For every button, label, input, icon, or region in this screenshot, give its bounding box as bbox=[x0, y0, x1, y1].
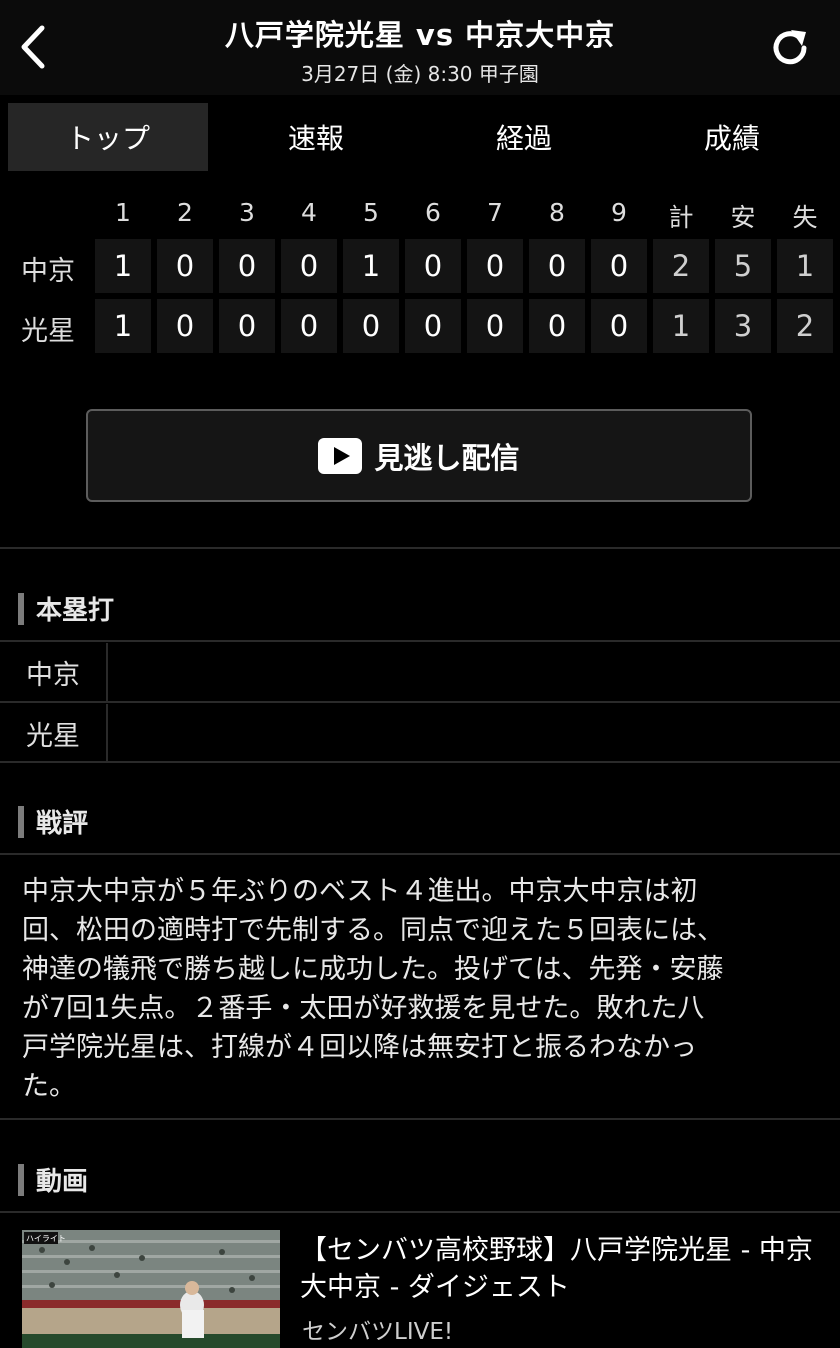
home-runs-heading-label: 本塁打 bbox=[36, 596, 115, 626]
tab-stats[interactable]: 成績 bbox=[632, 103, 832, 171]
score-cell: 2 bbox=[653, 239, 709, 293]
score-cell: 0 bbox=[591, 299, 647, 353]
score-cell: 0 bbox=[529, 299, 585, 353]
tab-top[interactable]: トップ bbox=[8, 103, 208, 171]
video-title-line: 【センバツ高校野球】八戸学院光星 - 中京 bbox=[300, 1235, 813, 1266]
review-line: 神達の犠飛で勝ち越しに成功した。投げては、先発・安藤 bbox=[22, 954, 724, 985]
inning-header: 4 bbox=[301, 198, 317, 227]
replay-stream-button[interactable]: 見逃し配信 bbox=[86, 409, 752, 502]
inning-header: 5 bbox=[363, 198, 379, 227]
score-cell: 1 bbox=[653, 299, 709, 353]
score-cell: 1 bbox=[95, 299, 151, 353]
score-cell: 1 bbox=[95, 239, 151, 293]
tab-bar: トップ 速報 経過 成績 bbox=[0, 95, 840, 180]
team-name: 中京 bbox=[21, 256, 75, 287]
video-badge: ハイライト bbox=[26, 1234, 66, 1243]
score-cell: 0 bbox=[219, 299, 275, 353]
review-heading: 戦評 bbox=[18, 803, 88, 840]
score-cell: 0 bbox=[219, 239, 275, 293]
video-thumbnail[interactable]: ハイライト bbox=[22, 1230, 280, 1348]
divider bbox=[0, 547, 840, 549]
divider bbox=[0, 761, 840, 763]
inning-header: 計 bbox=[668, 203, 694, 232]
home-runs-heading: 本塁打 bbox=[18, 590, 114, 627]
score-cell: 0 bbox=[467, 239, 523, 293]
videos-heading: 動画 bbox=[18, 1161, 88, 1198]
review-line: 戸学院光星は、打線が４回以降は無安打と振るわなかっ bbox=[22, 1032, 697, 1063]
inning-header: 失 bbox=[792, 203, 818, 232]
replay-stream-label: 見逃し配信 bbox=[374, 440, 520, 475]
video-title-line: 大中京 - ダイジェスト bbox=[300, 1272, 570, 1303]
score-cell: 5 bbox=[715, 239, 771, 293]
score-cell: 2 bbox=[777, 299, 833, 353]
video-thumbnail-image: ハイライト bbox=[22, 1230, 280, 1348]
score-cell: 0 bbox=[529, 239, 585, 293]
videos-heading-label: 動画 bbox=[36, 1167, 89, 1197]
score-cell: 0 bbox=[405, 239, 461, 293]
divider bbox=[0, 1118, 840, 1120]
inning-header: 3 bbox=[239, 198, 255, 227]
score-cell: 0 bbox=[281, 299, 337, 353]
play-icon bbox=[318, 437, 363, 474]
tab-live[interactable]: 速報 bbox=[216, 103, 416, 171]
game-review-text: 中京大中京が５年ぶりのベスト４進出。中京大中京は初 回、松田の適時打で先制する。… bbox=[22, 872, 822, 1106]
inning-header: 9 bbox=[611, 198, 627, 227]
score-cell: 0 bbox=[591, 239, 647, 293]
inning-header: 1 bbox=[115, 198, 131, 227]
review-heading-label: 戦評 bbox=[36, 809, 89, 839]
score-cell: 0 bbox=[405, 299, 461, 353]
review-line: が7回1失点。２番手・太田が好救援を見せた。敗れた八 bbox=[22, 993, 705, 1024]
page-title: 八戸学院光星 vs 中京大中京 bbox=[224, 18, 616, 52]
score-cell: 0 bbox=[281, 239, 337, 293]
divider bbox=[0, 853, 840, 855]
home-runs-row: 中京 bbox=[0, 643, 840, 701]
score-cell: 3 bbox=[715, 299, 771, 353]
game-datetime: 3月27日 (金) 8:30 甲子園 bbox=[301, 62, 539, 86]
home-runs-row: 光星 bbox=[0, 704, 840, 762]
score-cell: 0 bbox=[343, 299, 399, 353]
divider bbox=[0, 1211, 840, 1213]
inning-header: 6 bbox=[425, 198, 441, 227]
home-runs-team: 光星 bbox=[0, 704, 108, 762]
inning-header: 7 bbox=[487, 198, 503, 227]
divider bbox=[0, 701, 840, 703]
score-cell: 0 bbox=[467, 299, 523, 353]
video-title[interactable]: 【センバツ高校野球】八戸学院光星 - 中京 大中京 - ダイジェスト bbox=[300, 1232, 830, 1306]
review-line: 中京大中京が５年ぶりのベスト４進出。中京大中京は初 bbox=[22, 876, 698, 907]
refresh-button[interactable] bbox=[766, 24, 814, 72]
video-source: センバツLIVE! bbox=[302, 1319, 454, 1345]
divider bbox=[0, 640, 840, 642]
home-runs-team: 中京 bbox=[0, 643, 108, 701]
refresh-icon bbox=[773, 30, 807, 65]
score-cell: 1 bbox=[777, 239, 833, 293]
review-line: 回、松田の適時打で先制する。同点で迎えた５回表には、 bbox=[22, 915, 724, 946]
score-cell: 0 bbox=[157, 299, 213, 353]
inning-header: 2 bbox=[177, 198, 193, 227]
team-name: 光星 bbox=[21, 316, 75, 347]
tab-progress[interactable]: 経過 bbox=[424, 103, 624, 171]
review-line: た。 bbox=[22, 1071, 76, 1102]
inning-header: 安 bbox=[730, 203, 756, 232]
inning-header: 8 bbox=[549, 198, 565, 227]
score-cell: 1 bbox=[343, 239, 399, 293]
header-bar: 八戸学院光星 vs 中京大中京 3月27日 (金) 8:30 甲子園 bbox=[0, 0, 840, 95]
score-cell: 0 bbox=[157, 239, 213, 293]
